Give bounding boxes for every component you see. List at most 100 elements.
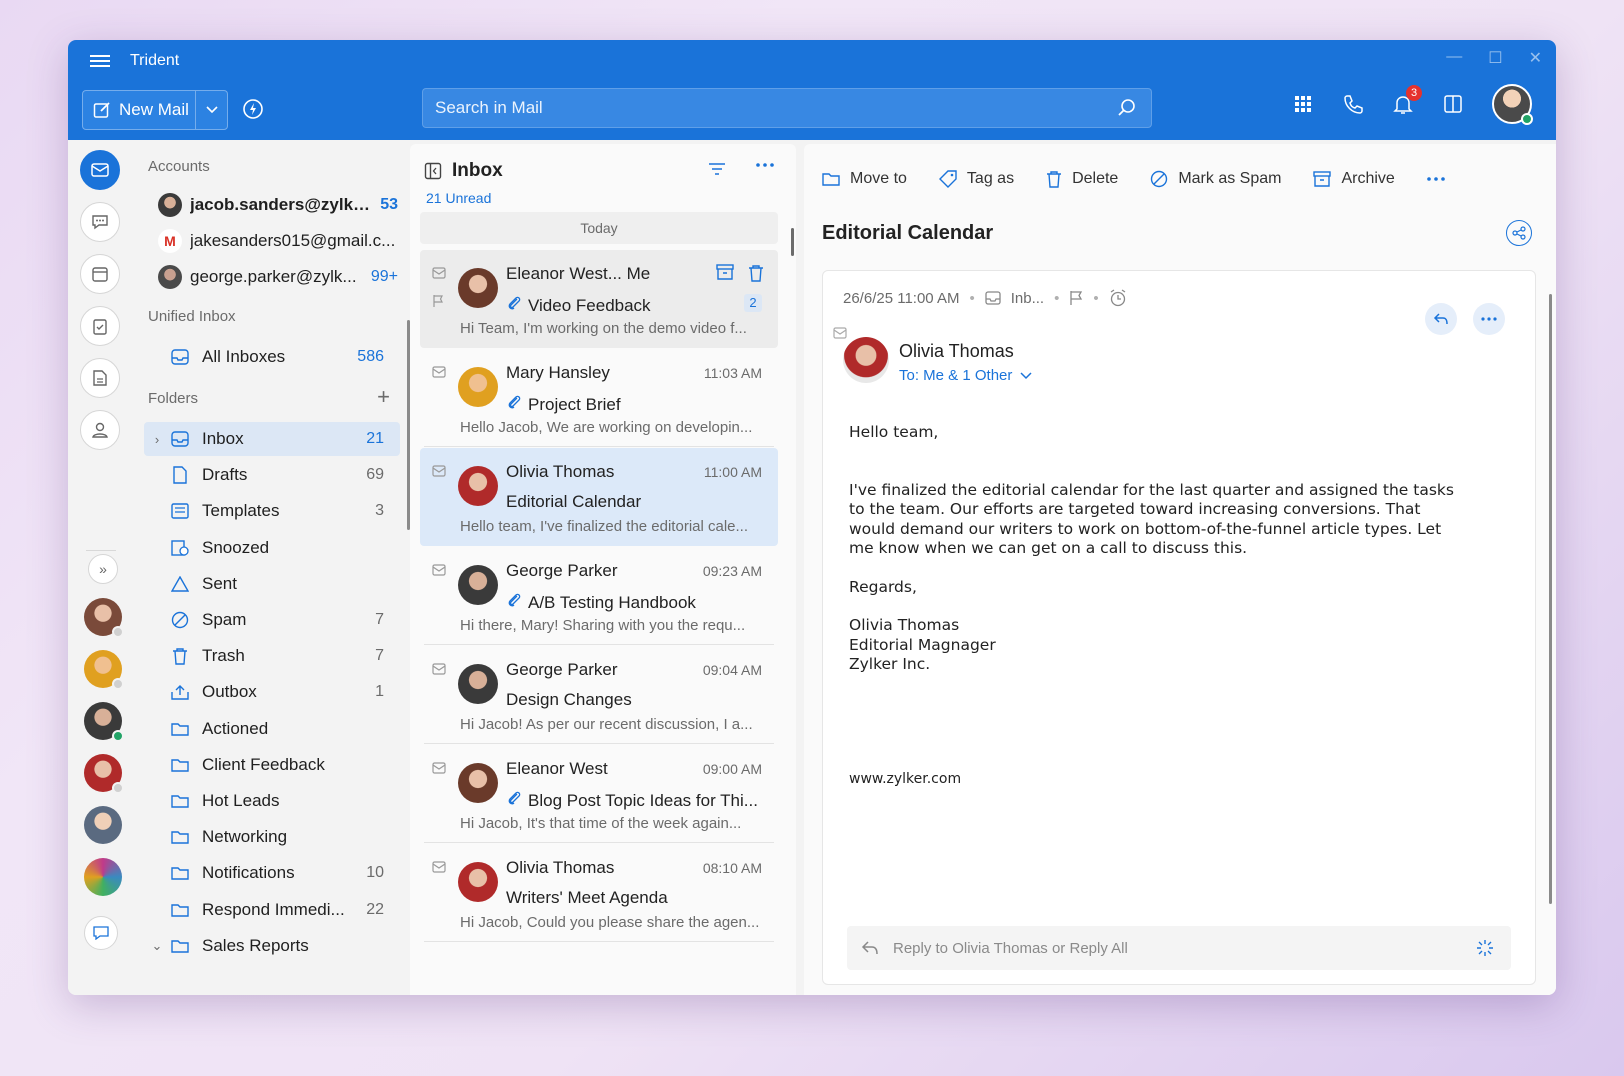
- contact-avatar[interactable]: [84, 806, 122, 844]
- folder-drafts[interactable]: Drafts 69: [144, 458, 400, 492]
- list-scrollbar[interactable]: [791, 228, 794, 256]
- folder-snoozed[interactable]: Snoozed: [144, 531, 400, 565]
- reply-button[interactable]: [1425, 303, 1457, 335]
- new-mail-button[interactable]: New Mail: [82, 90, 228, 130]
- mail-subject-text: A/B Testing Handbook: [528, 592, 696, 612]
- trash-icon[interactable]: [748, 264, 764, 282]
- message-more-button[interactable]: [1473, 303, 1505, 335]
- quick-actions-icon[interactable]: [242, 98, 264, 120]
- unified-inbox-heading: Unified Inbox: [148, 308, 236, 325]
- new-mail-dropdown[interactable]: [195, 91, 227, 129]
- search-icon[interactable]: [1117, 98, 1137, 118]
- folder-sales-reports[interactable]: ⌄ Sales Reports: [144, 929, 400, 963]
- new-mail-main[interactable]: New Mail: [83, 91, 195, 129]
- filter-icon[interactable]: [708, 162, 726, 176]
- ai-assist-icon[interactable]: [1475, 938, 1495, 958]
- contact-avatar[interactable]: [84, 598, 124, 638]
- more-options-icon[interactable]: [756, 162, 774, 168]
- folder-respond-immedi[interactable]: Respond Immedi... 22: [144, 893, 400, 927]
- collapse-panel-icon[interactable]: [424, 162, 442, 180]
- envelope-icon[interactable]: [432, 266, 446, 284]
- mail-item[interactable]: Olivia Thomas 11:00 AM Editorial Calendar H…: [420, 448, 778, 546]
- envelope-icon[interactable]: [432, 662, 446, 680]
- archive-icon[interactable]: [716, 264, 734, 280]
- expand-rail-button[interactable]: »: [88, 554, 118, 584]
- folder-label: Actioned: [202, 718, 269, 738]
- contacts-app-button[interactable]: [80, 410, 120, 450]
- more-actions-icon[interactable]: [1427, 176, 1445, 182]
- contact-avatar[interactable]: [84, 858, 122, 896]
- reply-to-sender-link[interactable]: Reply to Olivia Thomas: [893, 940, 1048, 957]
- mail-item[interactable]: Olivia Thomas 08:10 AM Writers' Meet Agend…: [420, 844, 778, 942]
- flag-icon[interactable]: [1069, 290, 1083, 306]
- folders-heading: Folders: [148, 390, 199, 407]
- expand-chevron-icon[interactable]: ›: [144, 432, 170, 447]
- reminder-clock-icon[interactable]: [1109, 289, 1127, 307]
- profile-avatar[interactable]: [1492, 84, 1533, 125]
- menu-icon[interactable]: [90, 52, 110, 70]
- recipients[interactable]: To: Me & 1 Other: [899, 367, 1032, 384]
- folder-networking[interactable]: Networking: [144, 820, 400, 854]
- envelope-icon[interactable]: [432, 563, 446, 581]
- expand-chevron-icon[interactable]: ⌄: [144, 938, 170, 954]
- mail-item[interactable]: George Parker 09:04 AM Design Changes Hi Ja…: [420, 646, 778, 744]
- mark-as-spam-button[interactable]: Mark as Spam: [1150, 170, 1281, 188]
- unread-count[interactable]: 21 Unread: [426, 190, 491, 206]
- website-link[interactable]: www.zylker.com: [849, 771, 961, 787]
- account-item[interactable]: jacob.sanders@zylke... 53: [158, 190, 398, 220]
- message-toolbar: Move to Tag as Delete Mark as Spam Archi…: [822, 170, 1445, 188]
- sender-avatar[interactable]: [843, 337, 889, 383]
- folder-actioned[interactable]: Actioned: [144, 712, 400, 746]
- contact-avatar[interactable]: [84, 754, 124, 794]
- panel-toggle-icon[interactable]: [1442, 93, 1464, 115]
- archive-button[interactable]: Archive: [1313, 170, 1395, 188]
- minimize-icon[interactable]: —: [1446, 48, 1462, 68]
- close-icon[interactable]: ✕: [1529, 48, 1542, 68]
- tasks-app-button[interactable]: [80, 306, 120, 346]
- folder-templates[interactable]: Templates 3: [144, 494, 400, 528]
- folder-notifications[interactable]: Notifications 10: [144, 856, 400, 890]
- delete-button[interactable]: Delete: [1046, 170, 1118, 188]
- reply-box[interactable]: Reply to Olivia Thomas or Reply All: [847, 926, 1511, 970]
- move-to-button[interactable]: Move to: [822, 170, 907, 188]
- apps-grid-icon[interactable]: [1292, 93, 1314, 115]
- message-folder[interactable]: Inb...: [1011, 290, 1044, 307]
- reply-all-link[interactable]: Reply All: [1069, 940, 1127, 957]
- mail-item[interactable]: Mary Hansley 11:03 AM Project Brief Hello J…: [420, 349, 778, 447]
- account-item[interactable]: george.parker@zylk... 99+: [158, 262, 398, 292]
- folder-sent[interactable]: Sent: [144, 567, 400, 601]
- notes-app-button[interactable]: [80, 358, 120, 398]
- mail-item[interactable]: Eleanor West 09:00 AM Blog Post Topic Idea…: [420, 745, 778, 843]
- flag-icon[interactable]: [432, 294, 444, 313]
- tag-as-button[interactable]: Tag as: [938, 170, 1014, 188]
- mail-app-button[interactable]: [80, 150, 120, 190]
- envelope-icon[interactable]: [432, 860, 446, 878]
- phone-icon[interactable]: [1342, 93, 1364, 115]
- folder-trash[interactable]: Trash 7: [144, 639, 400, 673]
- envelope-icon[interactable]: [432, 464, 446, 482]
- add-folder-icon[interactable]: +: [377, 384, 390, 410]
- feedback-button[interactable]: [84, 916, 118, 950]
- share-button[interactable]: [1506, 220, 1532, 246]
- folder-spam[interactable]: Spam 7: [144, 603, 400, 637]
- folder-hot-leads[interactable]: Hot Leads: [144, 784, 400, 818]
- all-inboxes-item[interactable]: All Inboxes 586: [144, 340, 400, 374]
- reader-scrollbar[interactable]: [1549, 294, 1552, 904]
- folder-client-feedback[interactable]: Client Feedback: [144, 748, 400, 782]
- contact-avatar[interactable]: [84, 702, 124, 742]
- contact-avatar[interactable]: [84, 650, 124, 690]
- maximize-icon[interactable]: ☐: [1488, 48, 1502, 68]
- folder-inbox[interactable]: › Inbox 21: [144, 422, 400, 456]
- account-item[interactable]: M jakesanders015@gmail.c...: [158, 226, 398, 256]
- envelope-icon[interactable]: [432, 365, 446, 383]
- notifications-button[interactable]: 3: [1392, 85, 1422, 115]
- search-input[interactable]: Search in Mail: [422, 88, 1152, 128]
- folder-label: Hot Leads: [202, 791, 280, 810]
- sender-name[interactable]: Olivia Thomas: [899, 341, 1014, 362]
- envelope-icon[interactable]: [432, 761, 446, 779]
- folder-outbox[interactable]: Outbox 1: [144, 675, 400, 709]
- mail-item[interactable]: Eleanor West... Me 2 Video Feedback Hi Team…: [420, 250, 778, 348]
- calendar-app-button[interactable]: [80, 254, 120, 294]
- chat-app-button[interactable]: [80, 202, 120, 242]
- mail-item[interactable]: George Parker 09:23 AM A/B Testing Handboo…: [420, 547, 778, 645]
